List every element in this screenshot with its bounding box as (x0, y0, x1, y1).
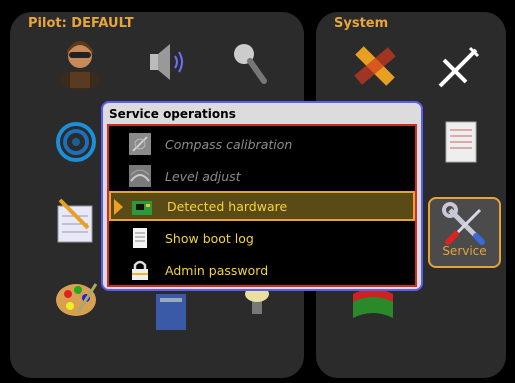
menu-item-label: Show boot log (165, 230, 254, 246)
menu-item-level-adjust[interactable]: Level adjust (109, 161, 415, 191)
pilot-panel-title: Pilot: DEFAULT (28, 16, 134, 31)
hardware-board-icon (132, 201, 152, 215)
service-operations-dialog: Service operations Compass calibration L… (101, 101, 423, 291)
circuit-board-icon[interactable] (142, 282, 202, 342)
menu-item-compass-calibration[interactable]: Compass calibration (109, 129, 415, 159)
service-operations-list: Compass calibration Level adjust Detecte… (107, 124, 417, 287)
menu-item-label: Admin password (165, 262, 269, 278)
ruler-icon[interactable] (345, 36, 405, 96)
level-adjust-icon (129, 165, 151, 187)
airplane-icon[interactable] (428, 38, 488, 98)
notepad-icon[interactable] (46, 192, 106, 252)
speaker-icon[interactable] (134, 32, 194, 92)
menu-item-admin-password[interactable]: Admin password (109, 255, 415, 285)
dialog-title: Service operations (109, 107, 236, 121)
document-icon (133, 228, 147, 248)
service-tile-label: Service (442, 244, 487, 258)
log-document-icon[interactable] (432, 112, 492, 172)
menu-item-label: Compass calibration (165, 136, 293, 152)
menu-item-detected-hardware[interactable]: Detected hardware (109, 191, 415, 221)
palette-icon[interactable] (46, 268, 106, 328)
compass-calibration-icon (129, 133, 151, 155)
microphone-icon[interactable] (222, 32, 282, 92)
menu-item-label: Level adjust (165, 168, 241, 184)
selection-arrow-icon (114, 199, 123, 215)
menu-item-show-boot-log[interactable]: Show boot log (109, 223, 415, 253)
service-tile[interactable]: Service (428, 197, 501, 268)
lightbulb-icon[interactable] (228, 282, 288, 342)
system-panel-title: System (334, 16, 389, 31)
pilot-avatar-icon[interactable] (50, 32, 110, 92)
wrench-screwdriver-icon (442, 202, 485, 245)
menu-item-label: Detected hardware (167, 198, 288, 214)
padlock-icon (132, 260, 148, 280)
spiral-icon[interactable] (46, 112, 106, 172)
